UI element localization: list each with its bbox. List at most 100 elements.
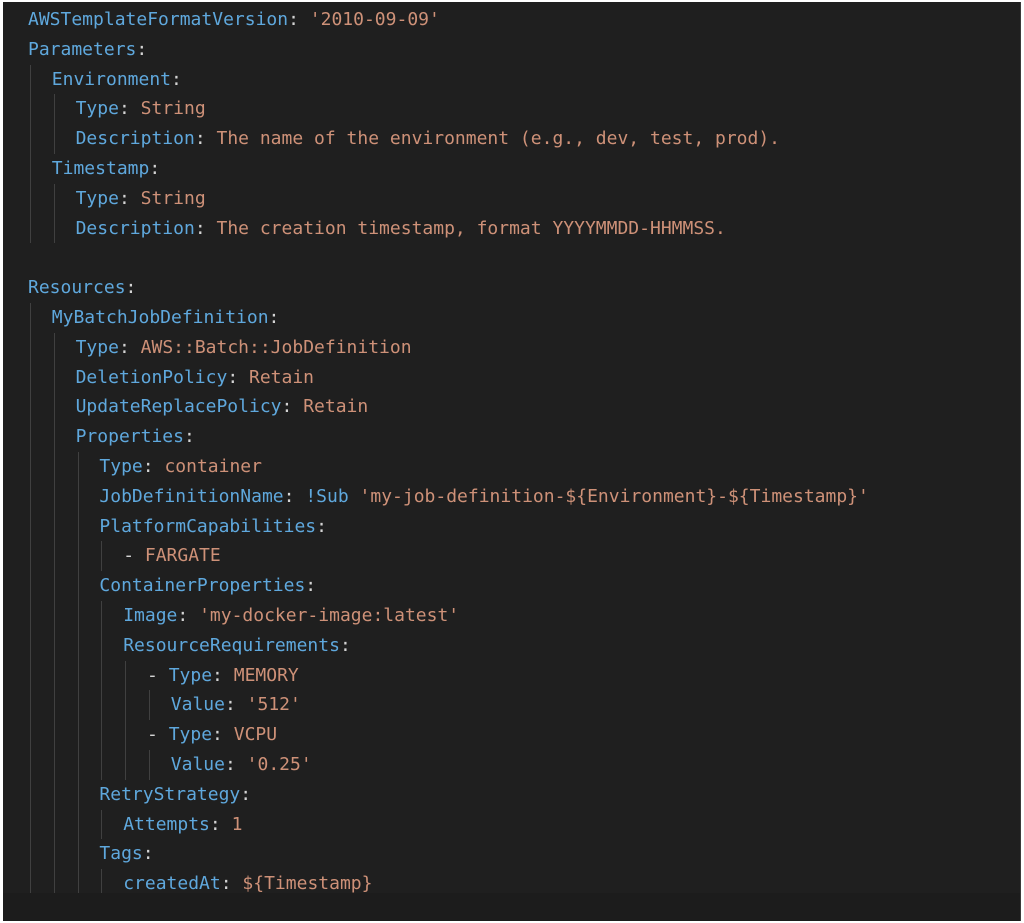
code-line[interactable]: Value: '0.25' [28,749,1020,780]
indent-guide [30,720,31,750]
colon: : [339,634,351,656]
colon: : [125,277,137,299]
line-content: MyBatchJobDefinition: [52,303,280,333]
line-content: UpdateReplacePolicy: Retain [76,392,369,422]
yaml-value: String [140,187,206,209]
yaml-key: ResourceRequirements [123,634,340,656]
yaml-value: String [140,98,206,120]
indent-guide [101,630,103,661]
indent-guide [30,362,31,393]
indent-guide [53,660,55,691]
line-content: - Type: VCPU [147,720,277,750]
code-line[interactable]: Resources: [28,273,1020,303]
indent-guide [101,690,103,721]
list-dash: - [147,664,169,686]
indent-guide [30,213,31,244]
code-line[interactable]: Description: The creation timestamp, for… [28,213,1020,244]
colon: : [209,813,221,835]
code-line[interactable]: Image: 'my-docker-image:latest' [28,600,1020,631]
line-content: Properties: [76,422,195,452]
code-line[interactable]: UpdateReplacePolicy: Retain [28,392,1020,423]
yaml-value: '2010-09-09' [309,9,440,30]
line-content: ResourceRequirements: [123,631,351,661]
line-content: ContainerProperties: [99,571,316,601]
indent-guide [30,481,31,512]
indent-guide [77,541,79,572]
code-line[interactable]: Parameters: [28,35,1020,65]
yaml-key: PlatformCapabilities [99,515,317,537]
colon: : [288,9,299,30]
indent-guide [30,600,31,631]
line-content: Environment: [52,65,182,95]
line-content: Type: String [76,184,206,214]
yaml-key: Tags [99,843,143,865]
indent-guide [77,690,79,721]
indent-guide [30,422,31,452]
code-line[interactable]: PlatformCapabilities: [28,511,1020,542]
code-line[interactable]: Description: The name of the environment… [28,124,1020,154]
indent-guide [30,124,31,154]
code-line[interactable]: Type: AWS::Batch::JobDefinition [28,332,1020,363]
code-line[interactable]: Properties: [28,422,1020,452]
yaml-value: container [164,455,262,477]
code-line[interactable]: Tags: [28,839,1020,870]
indent-guide [77,511,79,542]
code-line[interactable]: AWSTemplateFormatVersion: '2010-09-09' [28,5,1020,35]
yaml-value: '512' [246,694,301,716]
colon: : [212,724,223,746]
code-line[interactable]: Attempts: 1 [28,809,1020,840]
code-area[interactable]: AWSTemplateFormatVersion: '2010-09-09' Pa… [28,5,1020,899]
code-line[interactable]: - FARGATE [28,541,1020,572]
code-line[interactable]: Type: String [28,94,1020,125]
indent-guide [77,779,79,810]
code-line[interactable]: Timestamp: [28,153,1020,184]
line-content: - FARGATE [123,541,221,571]
yaml-key: Resources [28,277,126,299]
indent-guide [30,332,31,363]
colon: : [305,575,317,597]
yaml-value: MEMORY [233,664,299,686]
code-line[interactable]: JobDefinitionName: !Sub 'my-job-definiti… [28,481,1020,512]
indent-guide [53,422,55,452]
code-line[interactable]: Value: '512' [28,690,1020,721]
colon: : [316,515,327,537]
indent-guide [77,749,79,780]
indent-guide [30,541,31,572]
code-line[interactable]: ContainerProperties: [28,571,1020,601]
colon: : [118,336,130,358]
code-line[interactable]: DeletionPolicy: Retain [28,362,1020,393]
colon: : [268,306,280,328]
colon: : [281,396,293,418]
indent-guide [125,720,127,750]
yaml-value: Retain [249,366,315,388]
indent-guide [53,332,55,363]
list-dash: - [147,724,169,746]
indent-guide [30,779,31,810]
code-line[interactable]: - Type: VCPU [28,720,1020,750]
indent-guide [77,720,79,750]
indent-guide [30,630,31,661]
indent-guide [30,660,31,691]
code-line[interactable] [28,243,1020,273]
code-line[interactable]: Type: container [28,451,1020,482]
indent-guide [101,749,103,780]
code-line[interactable]: Type: String [28,183,1020,214]
indent-guide [53,451,55,482]
indent-guide [30,153,31,184]
code-line[interactable]: ResourceRequirements: [28,630,1020,661]
line-content: DeletionPolicy: Retain [76,363,314,393]
indent-guide [30,451,31,482]
code-line[interactable]: Environment: [28,64,1020,95]
indent-guide [53,720,55,750]
code-line[interactable]: MyBatchJobDefinition: [28,302,1020,333]
code-editor[interactable]: AWSTemplateFormatVersion: '2010-09-09' Pa… [3,2,1021,921]
code-line[interactable]: - Type: MEMORY [28,660,1020,691]
yaml-value: ${Timestamp} [242,873,373,895]
code-line[interactable]: RetryStrategy: [28,779,1020,810]
yaml-key: Type [168,724,213,746]
indent-guide [77,809,79,840]
yaml-value: '0.25' [246,753,312,775]
indent-guide [53,183,55,214]
colon: : [118,187,130,209]
list-dash: - [123,545,145,567]
